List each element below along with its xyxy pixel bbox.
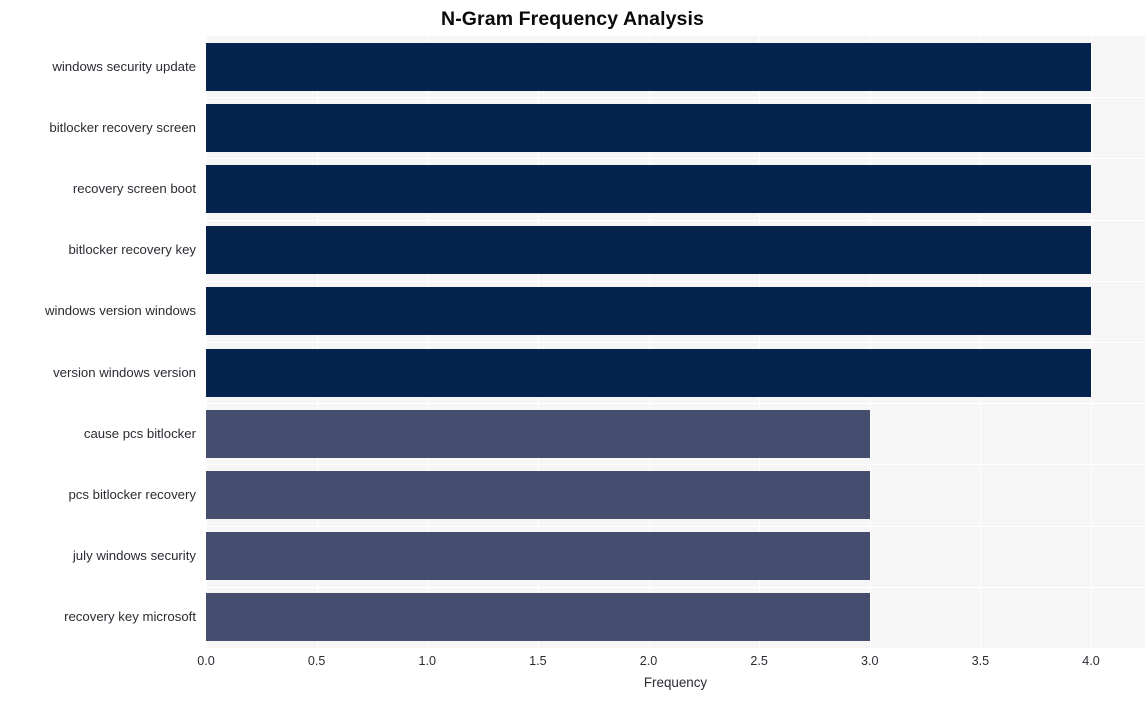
y-axis-tick-label: cause pcs bitlocker <box>83 426 196 441</box>
y-axis-tick-label: bitlocker recovery key <box>68 242 196 257</box>
gridline-horizontal <box>206 158 1145 159</box>
gridline-horizontal <box>206 281 1145 282</box>
x-axis-tick-label: 1.5 <box>529 654 547 668</box>
y-axis-tick-label: version windows version <box>53 365 196 380</box>
x-axis-tick-label: 2.0 <box>639 654 658 668</box>
gridline-horizontal <box>206 342 1145 343</box>
bar[interactable] <box>206 593 870 641</box>
bar[interactable] <box>206 226 1091 274</box>
y-axis-tick-label: recovery screen boot <box>72 181 196 196</box>
y-axis-tick-label: windows security update <box>52 59 196 74</box>
x-axis-tick-labels: 0.0 0.5 1.0 1.5 2.0 2.5 3.0 3.5 4.0 <box>197 652 1145 674</box>
x-axis-label: Frequency <box>643 675 708 690</box>
gridline-horizontal <box>206 403 1145 404</box>
gridline-horizontal <box>206 464 1145 465</box>
x-axis-tick-label: 4.0 <box>1082 654 1100 668</box>
ngram-frequency-chart: N-Gram Frequency Analysis windows securi… <box>0 0 1145 701</box>
bar[interactable] <box>206 532 870 580</box>
y-axis-tick-label: recovery key microsoft <box>64 609 196 624</box>
bar[interactable] <box>206 349 1091 397</box>
x-axis-tick-label: 3.0 <box>860 654 879 668</box>
gridline-horizontal <box>206 526 1145 527</box>
bar[interactable] <box>206 43 1091 91</box>
gridline-horizontal <box>206 97 1145 98</box>
x-axis-tick-label: 1.0 <box>418 654 437 668</box>
y-axis-tick-label: july windows security <box>72 548 196 563</box>
bar[interactable] <box>206 287 1091 335</box>
chart-title: N-Gram Frequency Analysis <box>441 8 704 30</box>
bar[interactable] <box>206 104 1091 152</box>
y-axis-tick-label: bitlocker recovery screen <box>49 120 196 135</box>
x-axis-tick-label: 0.0 <box>197 654 215 668</box>
gridline-horizontal <box>206 587 1145 588</box>
bar[interactable] <box>206 165 1091 213</box>
x-axis-tick-label: 0.5 <box>307 654 326 668</box>
bar[interactable] <box>206 471 870 519</box>
y-axis-tick-label: pcs bitlocker recovery <box>68 487 196 502</box>
x-axis-tick-label: 2.5 <box>750 654 768 668</box>
plot-area <box>206 36 1145 648</box>
gridline-horizontal <box>206 220 1145 221</box>
bar[interactable] <box>206 410 870 458</box>
y-axis-tick-labels: windows security update bitlocker recover… <box>0 36 200 648</box>
x-axis-tick-label: 3.5 <box>971 654 990 668</box>
y-axis-tick-label: windows version windows <box>45 303 196 318</box>
